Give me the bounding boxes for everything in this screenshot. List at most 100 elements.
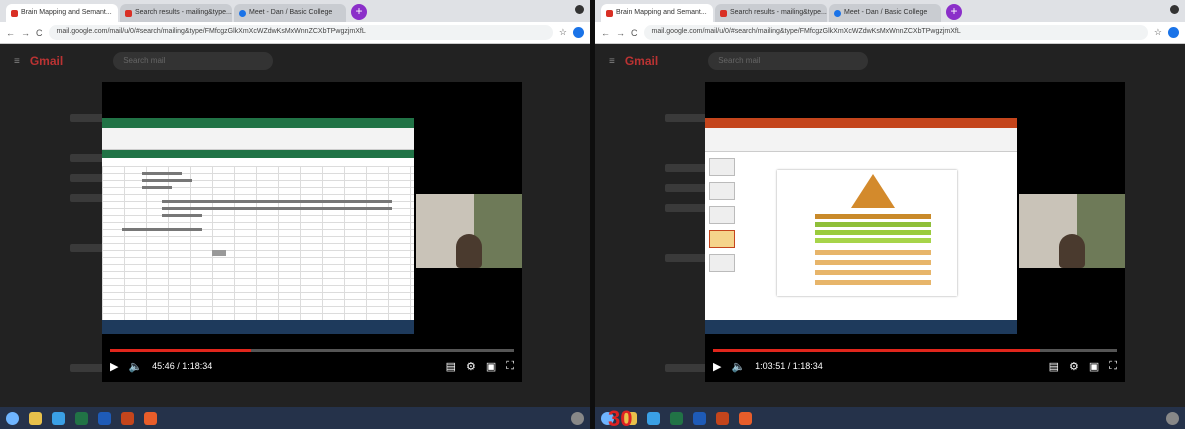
volume-icon[interactable]: 🔈 — [128, 360, 142, 373]
url-field[interactable]: mail.google.com/mail/u/0/#search/mailing… — [48, 25, 553, 40]
video-progress-fill — [713, 349, 1041, 352]
cell-text — [142, 186, 172, 189]
forward-icon[interactable]: → — [616, 28, 625, 38]
fullscreen-icon[interactable]: ⛶ — [1109, 360, 1117, 373]
tab-label: Brain Mapping and Semant... — [616, 9, 707, 16]
back-icon[interactable]: ← — [6, 28, 15, 38]
start-icon[interactable] — [6, 411, 19, 425]
browser-tab[interactable]: Meet - Dan / Basic College — [829, 4, 941, 22]
excel-icon[interactable] — [670, 411, 683, 425]
browser-tab-bar: Brain Mapping and Semant... Search resul… — [0, 0, 590, 22]
gmail-favicon-icon — [606, 10, 613, 17]
cell-text — [122, 228, 202, 231]
menu-icon[interactable]: ≡ — [14, 56, 20, 67]
miniplayer-icon[interactable]: ▣ — [1089, 360, 1099, 373]
video-controls: ▶ 🔈 45:46 / 1:18:34 ▤ ⚙ ▣ ⛶ — [110, 356, 514, 376]
tab-label: Search results - mailing&type... — [730, 9, 827, 16]
shared-screen-excel — [102, 118, 414, 334]
slide-thumbnail[interactable] — [709, 206, 735, 224]
browser-tab[interactable]: Brain Mapping and Semant... — [6, 4, 118, 22]
url-field[interactable]: mail.google.com/mail/u/0/#search/mailing… — [643, 25, 1148, 40]
gmail-logo: Gmail — [624, 54, 659, 68]
slide-band — [815, 280, 931, 285]
video-progress-fill — [110, 349, 252, 352]
slide-thumbnail[interactable] — [709, 158, 735, 176]
cell-text — [162, 200, 392, 203]
avatar[interactable] — [573, 27, 584, 38]
pyramid-graphic — [851, 174, 895, 208]
video-progress-bar[interactable] — [110, 349, 514, 352]
star-icon[interactable]: ☆ — [559, 27, 567, 38]
browser-tab[interactable]: Brain Mapping and Semant... — [601, 4, 713, 22]
new-tab-button[interactable]: + — [351, 4, 367, 20]
slide-thumbnail[interactable] — [709, 182, 735, 200]
volume-icon[interactable]: 🔈 — [731, 360, 745, 373]
file-explorer-icon[interactable] — [29, 411, 42, 425]
slide-thumbnail-selected[interactable] — [709, 230, 735, 248]
miniplayer-icon[interactable]: ▣ — [486, 360, 496, 373]
selected-cell — [212, 250, 226, 256]
forward-icon[interactable]: → — [21, 28, 30, 38]
cell-text — [142, 172, 182, 175]
browser-tab[interactable]: Search results - mailing&type... — [715, 4, 827, 22]
cell-text — [162, 207, 392, 210]
back-icon[interactable]: ← — [601, 28, 610, 38]
word-icon[interactable] — [98, 411, 111, 425]
fullscreen-icon[interactable]: ⛶ — [506, 360, 514, 373]
star-icon[interactable]: ☆ — [1154, 27, 1162, 38]
windows-taskbar — [0, 407, 590, 429]
profile-icon[interactable] — [1170, 5, 1179, 15]
settings-icon[interactable]: ⚙ — [466, 360, 476, 373]
reload-icon[interactable]: C — [631, 28, 638, 38]
powerpoint-title-bar — [705, 118, 1017, 128]
right-screen: Brain Mapping and Semant... Search resul… — [595, 0, 1185, 429]
excel-ribbon — [102, 128, 414, 150]
excel-ribbon-tabs — [102, 150, 414, 158]
word-icon[interactable] — [693, 411, 706, 425]
powerpoint-icon[interactable] — [716, 411, 729, 425]
video-player[interactable]: ▶ 🔈 45:46 / 1:18:34 ▤ ⚙ ▣ ⛶ — [102, 82, 522, 382]
network-icon[interactable] — [571, 411, 584, 425]
play-icon[interactable]: ▶ — [110, 360, 118, 373]
browser-tab[interactable]: Search results - mailing&type... — [120, 4, 232, 22]
chrome-icon[interactable] — [739, 411, 752, 425]
webcam-feed — [1019, 194, 1125, 268]
excel-icon[interactable] — [75, 411, 88, 425]
settings-icon[interactable]: ⚙ — [1069, 360, 1079, 373]
gmail-logo: Gmail — [29, 54, 64, 68]
video-controls: ▶ 🔈 1:03:51 / 1:18:34 ▤ ⚙ ▣ ⛶ — [713, 356, 1117, 376]
tab-label: Search results - mailing&type... — [135, 9, 232, 16]
address-bar: ← → C mail.google.com/mail/u/0/#search/m… — [0, 22, 590, 44]
browser-icon[interactable] — [52, 411, 65, 425]
cell-text — [162, 214, 202, 217]
search-input[interactable]: Search mail — [113, 52, 274, 70]
video-player[interactable]: ▶ 🔈 1:03:51 / 1:18:34 ▤ ⚙ ▣ ⛶ — [705, 82, 1125, 382]
slide-band — [815, 250, 931, 255]
play-icon[interactable]: ▶ — [713, 360, 721, 373]
captions-icon[interactable]: ▤ — [1049, 360, 1059, 373]
webcam-feed — [416, 194, 522, 268]
profile-icon[interactable] — [575, 5, 584, 15]
left-screen: Brain Mapping and Semant... Search resul… — [0, 0, 590, 429]
window-controls[interactable] — [575, 4, 584, 15]
browser-icon[interactable] — [647, 411, 660, 425]
tab-label: Meet - Dan / Basic College — [844, 9, 928, 16]
new-tab-button[interactable]: + — [946, 4, 962, 20]
powerpoint-icon[interactable] — [121, 411, 134, 425]
video-progress-bar[interactable] — [713, 349, 1117, 352]
captions-icon[interactable]: ▤ — [446, 360, 456, 373]
gmail-favicon-icon — [720, 10, 727, 17]
network-icon[interactable] — [1166, 411, 1179, 425]
video-time: 45:46 / 1:18:34 — [152, 361, 213, 371]
browser-tab[interactable]: Meet - Dan / Basic College — [234, 4, 346, 22]
slide-band — [815, 238, 931, 243]
reload-icon[interactable]: C — [36, 28, 43, 38]
windows-taskbar — [595, 407, 1185, 429]
window-controls[interactable] — [1170, 4, 1179, 15]
search-input[interactable]: Search mail — [708, 52, 869, 70]
chrome-icon[interactable] — [144, 411, 157, 425]
slide-thumbnail[interactable] — [709, 254, 735, 272]
powerpoint-ribbon — [705, 128, 1017, 152]
avatar[interactable] — [1168, 27, 1179, 38]
menu-icon[interactable]: ≡ — [609, 56, 615, 67]
